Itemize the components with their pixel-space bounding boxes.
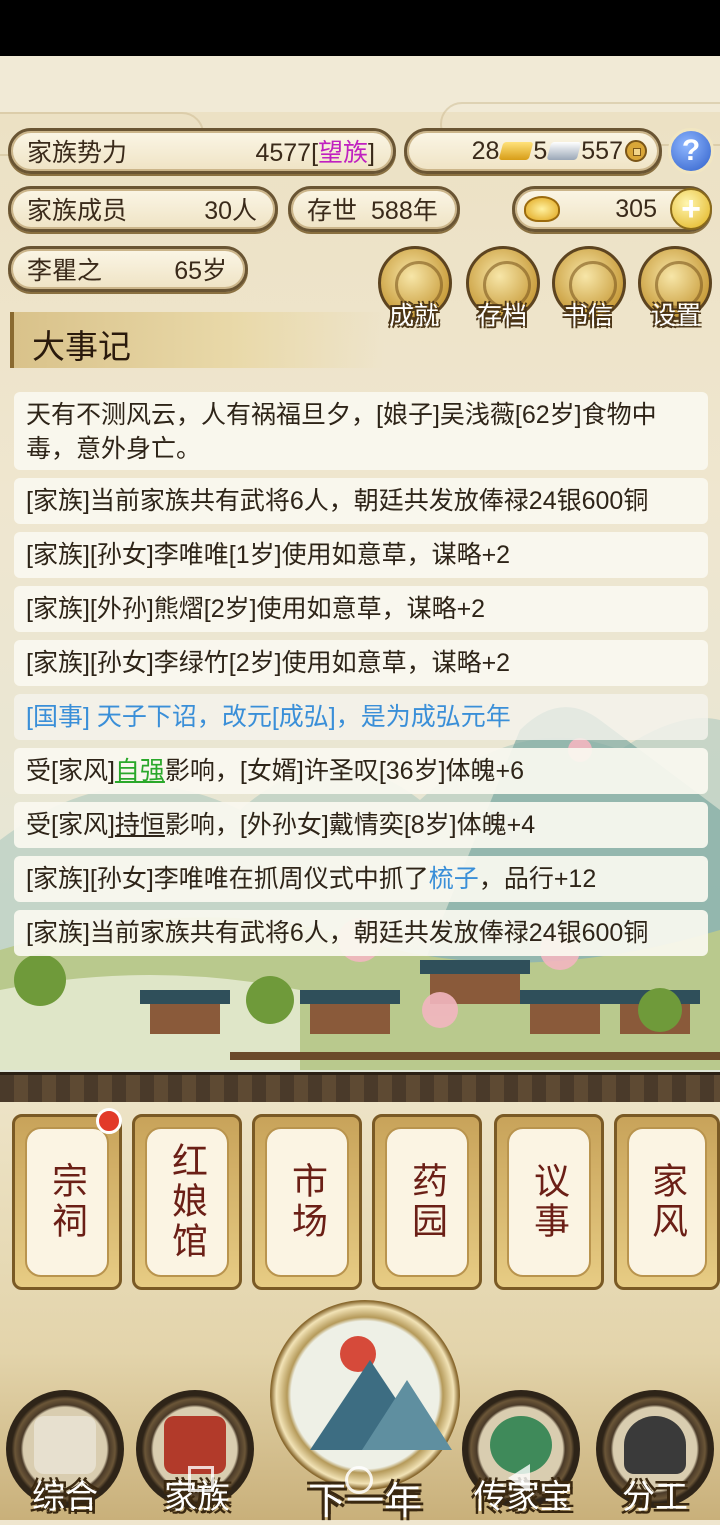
gold-bar-icon <box>498 142 534 160</box>
card-council[interactable]: 议事 <box>494 1114 604 1290</box>
people-icon <box>624 1416 686 1474</box>
log-entry: [家族][孙女]李唯唯[1岁]使用如意草，谋略+2 <box>14 532 708 578</box>
log-entry: [家族][孙女]李绿竹[2岁]使用如意草，谋略+2 <box>14 640 708 686</box>
card-matchmaker[interactable]: 红娘馆 <box>132 1114 242 1290</box>
card-label: 药园 <box>407 1162 448 1242</box>
influence-panel: 家族势力 4577[望族] <box>8 128 396 174</box>
add-ingot-button[interactable]: + <box>670 188 712 230</box>
scroll-icon <box>34 1416 96 1474</box>
question-icon: ? <box>681 134 701 167</box>
family-style-link[interactable]: 自强 <box>115 757 165 785</box>
chronicle-header: 大事记 <box>10 312 384 368</box>
card-ancestral-hall[interactable]: 宗祠 <box>12 1114 122 1290</box>
card-label: 市场 <box>287 1162 328 1242</box>
achievements-label: 成就 <box>388 302 439 330</box>
chronicle-title: 大事记 <box>32 328 131 365</box>
gold-ingot-icon <box>524 196 560 222</box>
nav-division-label: 分工 <box>622 1478 688 1515</box>
log-entry: [家族][孙女]李唯唯在抓周仪式中抓了梳子，品行+12 <box>14 856 708 902</box>
ingot-value: 305 <box>615 194 657 223</box>
existence-label: 存世 <box>307 197 358 225</box>
currency-panel: 28 5 557 <box>404 128 662 174</box>
existence-value: 588年 <box>371 197 438 225</box>
next-year-button[interactable] <box>270 1300 460 1490</box>
copper-coin-icon <box>625 140 647 162</box>
log-entry-state-affairs: [国事] 天子下诏，改元[成弘]，是为成弘元年 <box>14 694 708 740</box>
save-label: 存档 <box>476 302 527 330</box>
status-bar <box>0 0 720 56</box>
recent-apps-button[interactable] <box>188 1466 214 1492</box>
card-label: 议事 <box>529 1162 570 1242</box>
card-label: 宗祠 <box>47 1162 88 1242</box>
members-label: 家族成员 <box>27 197 128 225</box>
card-label: 红娘馆 <box>167 1142 208 1262</box>
help-button[interactable]: ? <box>668 128 714 174</box>
letters-label: 书信 <box>562 302 613 330</box>
card-herb-garden[interactable]: 药园 <box>372 1114 482 1290</box>
silver-count: 5 <box>533 136 548 165</box>
decorative-band <box>0 1072 720 1105</box>
copper-count: 557 <box>581 136 623 165</box>
log-entry: 天有不测风云，人有祸福旦夕，[娘子]吴浅薇[62岁]食物中毒，意外身亡。 <box>14 392 708 470</box>
existence-panel: 存世 588年 <box>288 186 460 232</box>
patriarch-age: 65岁 <box>174 257 227 285</box>
members-panel: 家族成员 30人 <box>8 186 278 232</box>
notification-badge <box>96 1108 122 1134</box>
nav-general-label: 综合 <box>32 1478 98 1515</box>
patriarch-panel[interactable]: 李瞿之 65岁 <box>8 246 248 292</box>
log-entry: 受[家风]自强影响，[女婿]许圣叹[36岁]体魄+6 <box>14 748 708 794</box>
family-style-link[interactable]: 持恒 <box>115 811 165 839</box>
patriarch-name: 李瞿之 <box>27 257 103 285</box>
log-entry: 受[家风]持恒影响，[外孙女]戴情奕[8岁]体魄+4 <box>14 802 708 848</box>
plus-icon: + <box>681 189 701 228</box>
card-market[interactable]: 市场 <box>252 1114 362 1290</box>
log-entry: [家族][外孙]熊熠[2岁]使用如意草，谋略+2 <box>14 586 708 632</box>
card-label: 家风 <box>647 1162 688 1242</box>
item-link[interactable]: 梳子 <box>429 865 479 893</box>
card-family-style[interactable]: 家风 <box>614 1114 720 1290</box>
log-entry: [家族]当前家族共有武将6人，朝廷共发放俸禄24银600铜 <box>14 910 708 956</box>
back-button[interactable] <box>508 1464 530 1492</box>
log-entry: [家族]当前家族共有武将6人，朝廷共发放俸禄24银600铜 <box>14 478 708 524</box>
influence-label: 家族势力 <box>27 139 128 167</box>
influence-value: 4577[望族] <box>255 139 375 167</box>
silver-bar-icon <box>546 142 582 160</box>
gold-count: 28 <box>471 136 500 165</box>
home-button[interactable] <box>345 1466 373 1494</box>
rank-label: 望族 <box>318 139 369 167</box>
members-value: 30人 <box>204 197 257 225</box>
settings-label: 设置 <box>650 302 701 330</box>
